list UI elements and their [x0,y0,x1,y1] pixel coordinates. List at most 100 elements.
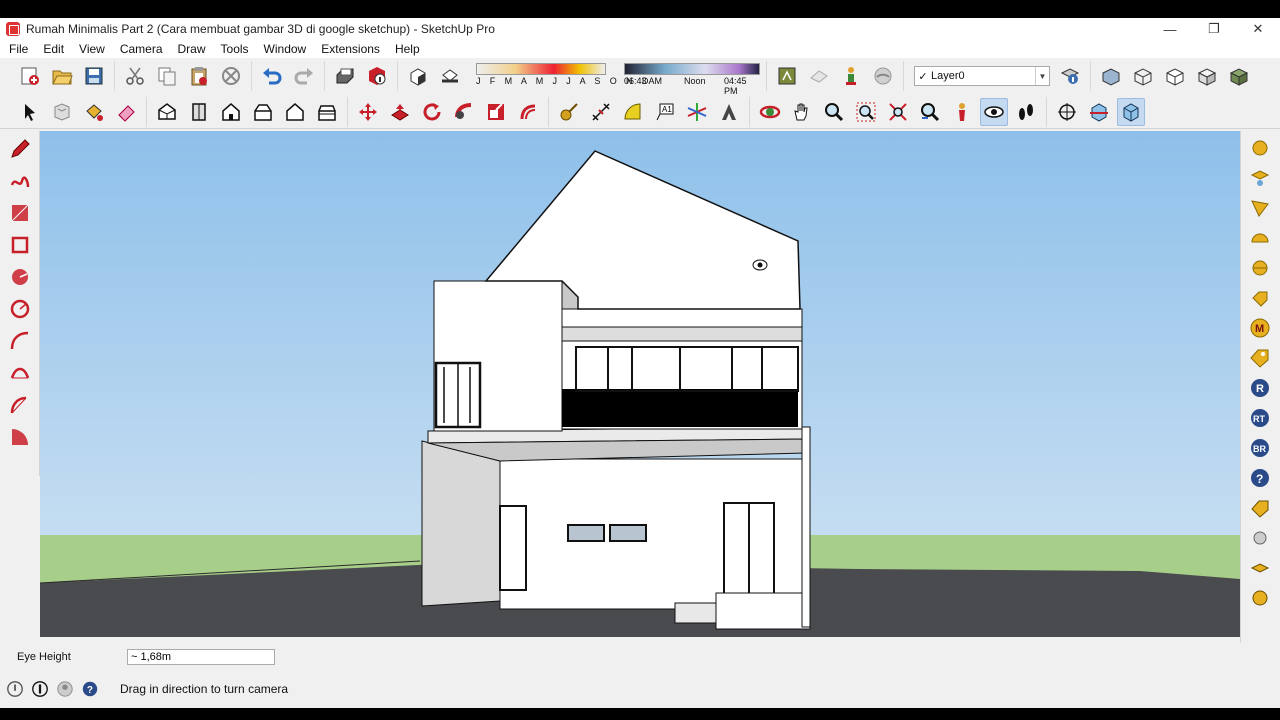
redo-icon[interactable] [290,62,318,90]
model-info-icon[interactable] [363,62,391,90]
flip-icon[interactable] [1247,165,1273,191]
menu-window[interactable]: Window [255,42,313,56]
pencil-icon[interactable] [6,135,34,163]
polygon-icon[interactable] [6,295,34,323]
display-section-planes-icon[interactable] [1085,98,1113,126]
menu-extensions[interactable]: Extensions [312,42,386,56]
xray-icon[interactable] [1097,62,1125,90]
user-status-icon[interactable] [55,679,75,699]
new-model-icon[interactable] [16,62,44,90]
time-slider-bar[interactable] [624,63,760,75]
make-component-icon[interactable] [48,98,76,126]
right-view-icon[interactable] [249,98,277,126]
ball-icon[interactable] [1247,255,1273,281]
shadow-time-slider[interactable]: J F M A M J J A S O N D 06:43 AM Noon 04… [472,61,762,96]
sandbox-icon[interactable] [869,62,897,90]
minimize-button[interactable]: — [1148,18,1192,40]
menu-view[interactable]: View [70,42,111,56]
pie-icon[interactable] [6,423,34,451]
freehand-icon[interactable] [6,167,34,195]
hidden-line-icon[interactable] [1161,62,1189,90]
offset-icon[interactable] [514,98,542,126]
position-camera-icon[interactable] [948,98,976,126]
extra-icon[interactable] [1247,585,1273,611]
scale-icon[interactable] [482,98,510,126]
close-button[interactable]: ✕ [1236,18,1280,40]
back-view-icon[interactable] [281,98,309,126]
zoom-icon[interactable] [820,98,848,126]
restore-button[interactable]: ❐ [1192,18,1236,40]
rotate-icon[interactable] [418,98,446,126]
tape-measure-icon[interactable] [555,98,583,126]
extension-tag-icon[interactable] [1247,345,1273,371]
extension-br-icon[interactable]: BR [1247,435,1273,461]
previous-view-icon[interactable] [916,98,944,126]
left-view-icon[interactable] [313,98,341,126]
shaded-textures-icon[interactable] [1225,62,1253,90]
menu-camera[interactable]: Camera [111,42,169,56]
section-plane-icon[interactable] [1053,98,1081,126]
cut-icon[interactable] [121,62,149,90]
walk-icon[interactable] [1012,98,1040,126]
eraser-icon[interactable] [112,98,140,126]
add-location-icon[interactable] [805,62,833,90]
extension-r-icon[interactable]: R [1247,375,1273,401]
extension-m-icon[interactable]: M [1247,315,1273,341]
zoom-window-icon[interactable] [852,98,880,126]
arrow-tool-icon[interactable] [1247,195,1273,221]
shadows-toggle-icon[interactable] [404,62,432,90]
rectangle-icon[interactable] [6,199,34,227]
undo-icon[interactable] [258,62,286,90]
copy-icon[interactable] [153,62,181,90]
month-slider-bar[interactable] [476,63,606,75]
menu-file[interactable]: File [0,42,34,56]
arc-icon[interactable] [6,327,34,355]
front-view-icon[interactable] [217,98,245,126]
credits-status-icon[interactable] [30,679,50,699]
two-point-arc-icon[interactable] [6,359,34,387]
rotated-rectangle-icon[interactable] [6,231,34,259]
shaded-icon[interactable] [1193,62,1221,90]
fog-icon[interactable] [436,62,464,90]
layer-dropdown[interactable]: ✓ Layer0 ▼ [914,66,1050,86]
push-pull-icon[interactable] [386,98,414,126]
help-icon[interactable]: ? [1247,465,1273,491]
orbit-ball-icon[interactable] [1247,525,1273,551]
layer-manager-icon[interactable] [1056,62,1084,90]
pan-icon[interactable] [788,98,816,126]
save-icon[interactable] [80,62,108,90]
text-icon[interactable]: A1 [651,98,679,126]
measurements-input[interactable] [127,649,275,665]
tag-icon[interactable] [1247,285,1273,311]
geo-status-icon[interactable] [5,679,25,699]
circle-icon[interactable] [6,263,34,291]
geo-location-icon[interactable] [773,62,801,90]
select-icon[interactable] [16,98,44,126]
print-icon[interactable] [331,62,359,90]
menu-help[interactable]: Help [386,42,426,56]
follow-me-icon[interactable] [450,98,478,126]
zoom-extents-icon[interactable] [884,98,912,126]
display-section-cuts-icon[interactable] [1117,97,1145,126]
axes-icon[interactable] [683,98,711,126]
paste-icon[interactable] [185,62,213,90]
label-icon[interactable] [1247,495,1273,521]
photo-texture-icon[interactable] [837,62,865,90]
flatten-icon[interactable] [1247,555,1273,581]
open-icon[interactable] [48,62,76,90]
erase-icon[interactable] [217,62,245,90]
wireframe-icon[interactable] [1129,62,1157,90]
dome-icon[interactable] [1247,225,1273,251]
paint-bucket-icon[interactable] [80,98,108,126]
sphere-icon[interactable] [1247,135,1273,161]
menu-tools[interactable]: Tools [212,42,255,56]
3d-text-icon[interactable] [715,98,743,126]
help-status-icon[interactable]: ? [80,679,100,699]
chevron-down-icon[interactable]: ▼ [1035,67,1049,85]
extension-rt-icon[interactable]: RT [1247,405,1273,431]
dimension-icon[interactable] [587,98,615,126]
iso-view-icon[interactable] [153,98,181,126]
top-view-icon[interactable] [185,98,213,126]
menu-draw[interactable]: Draw [169,42,212,56]
model-viewport[interactable] [40,131,1240,637]
